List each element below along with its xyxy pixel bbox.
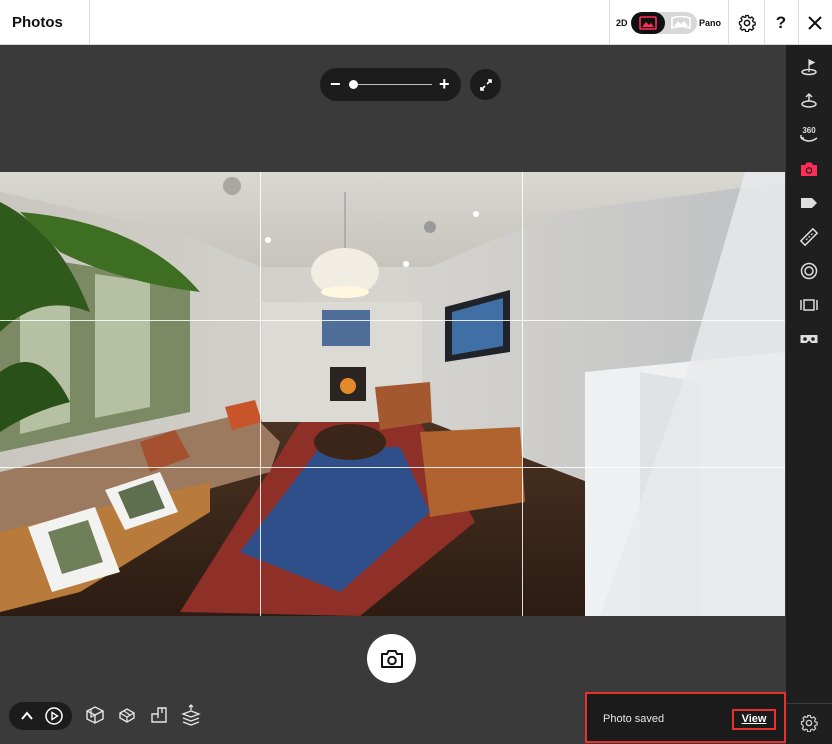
panorama-icon bbox=[671, 15, 691, 30]
header-divider bbox=[609, 0, 610, 45]
app-window: Photos 2D Pano ? 360 − + Photo saved Vie… bbox=[0, 0, 832, 744]
measure-button[interactable] bbox=[796, 224, 822, 250]
playback-control bbox=[9, 702, 72, 730]
mode-pano-label: Pano bbox=[699, 18, 722, 28]
floors-icon bbox=[181, 704, 201, 726]
grid-line bbox=[0, 467, 785, 468]
header-divider bbox=[89, 0, 90, 45]
tool-sidebar: 360 bbox=[786, 45, 832, 744]
vr-button[interactable] bbox=[796, 326, 822, 352]
dollhouse-view-button[interactable] bbox=[83, 703, 107, 727]
zoom-out-button[interactable]: − bbox=[330, 68, 341, 101]
sidebar-divider bbox=[786, 703, 832, 704]
frame-button[interactable] bbox=[796, 292, 822, 318]
capture-photo-button[interactable] bbox=[367, 634, 416, 683]
zoom-control: − + bbox=[320, 68, 461, 101]
camera-icon bbox=[801, 162, 817, 176]
expand-button[interactable] bbox=[470, 69, 501, 100]
frame-icon bbox=[800, 299, 818, 311]
chevron-up-icon[interactable] bbox=[20, 710, 34, 722]
floor-button[interactable] bbox=[796, 88, 822, 114]
grid-line bbox=[522, 172, 523, 616]
360-view-button[interactable]: 360 bbox=[796, 122, 822, 148]
header-divider bbox=[728, 0, 729, 45]
close-icon bbox=[808, 15, 822, 30]
sidebar-settings-button[interactable] bbox=[796, 710, 822, 736]
photo-viewport[interactable] bbox=[0, 172, 785, 616]
svg-text:360: 360 bbox=[802, 126, 816, 135]
vr-headset-icon bbox=[800, 335, 818, 343]
floorplan-icon bbox=[151, 707, 167, 723]
camera-icon bbox=[380, 649, 403, 668]
photo-saved-toast: Photo saved View bbox=[585, 692, 786, 743]
expand-icon bbox=[479, 78, 492, 91]
gear-icon bbox=[738, 14, 756, 32]
dollhouse-icon bbox=[86, 706, 104, 724]
toast-message: Photo saved bbox=[603, 713, 665, 725]
ruler-icon bbox=[799, 227, 819, 247]
highlight-button[interactable] bbox=[796, 258, 822, 284]
settings-button[interactable] bbox=[730, 0, 764, 45]
floor-icon bbox=[801, 92, 817, 108]
room-photo bbox=[0, 172, 785, 616]
zoom-in-button[interactable]: + bbox=[439, 68, 450, 101]
floorplan-3d-view-button[interactable] bbox=[115, 703, 139, 727]
help-button[interactable]: ? bbox=[764, 0, 798, 45]
target-icon bbox=[800, 262, 818, 280]
page-title: Photos bbox=[12, 14, 63, 31]
zoom-slider-track[interactable] bbox=[350, 84, 432, 85]
camera-button[interactable] bbox=[796, 156, 822, 182]
tag-icon bbox=[801, 198, 817, 208]
photo-2d-icon bbox=[639, 16, 657, 30]
close-button[interactable] bbox=[798, 0, 832, 45]
play-icon[interactable] bbox=[44, 706, 64, 726]
tour-start-icon bbox=[801, 59, 817, 76]
mode-2d-label: 2D bbox=[616, 18, 628, 28]
grid-line bbox=[0, 320, 785, 321]
tour-start-button[interactable] bbox=[796, 54, 822, 80]
gear-icon bbox=[800, 714, 818, 732]
360-view-icon: 360 bbox=[800, 126, 818, 142]
tag-button[interactable] bbox=[796, 190, 822, 216]
floorplan-view-button[interactable] bbox=[147, 703, 171, 727]
top-header: Photos 2D Pano ? bbox=[0, 0, 832, 45]
floorplan-3d-icon bbox=[119, 708, 135, 723]
view-photo-link[interactable]: View bbox=[732, 709, 776, 730]
grid-line bbox=[260, 172, 261, 616]
zoom-slider-handle[interactable] bbox=[349, 80, 358, 89]
view-mode-toggle[interactable] bbox=[631, 12, 697, 34]
floors-view-button[interactable] bbox=[179, 703, 203, 727]
